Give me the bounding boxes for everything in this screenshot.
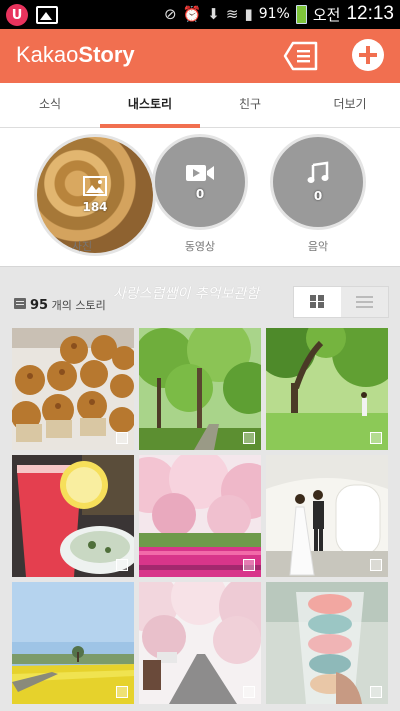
tab-more[interactable]: 더보기 — [300, 83, 400, 127]
signal-icon: ▮ — [244, 5, 253, 23]
select-checkbox[interactable] — [116, 432, 128, 444]
music-label: 음악 — [307, 240, 329, 253]
story-count: 95 개의 스토리 — [30, 298, 106, 313]
select-checkbox[interactable] — [243, 559, 255, 571]
photo-thumbnail-forest[interactable] — [266, 328, 388, 450]
clock: 12:13 — [346, 3, 394, 24]
app-logo: KakaoStory — [16, 42, 135, 67]
select-checkbox[interactable] — [243, 686, 255, 698]
image-icon — [83, 176, 107, 196]
battery-percent: 91% — [258, 6, 290, 22]
photo-thumbnail-macarons[interactable] — [266, 582, 388, 704]
profile-slogan: 사랑스럽쌤이 추억보관함 — [113, 286, 260, 302]
videos-count: 0 — [195, 187, 205, 201]
select-checkbox[interactable] — [370, 686, 382, 698]
select-checkbox[interactable] — [116, 686, 128, 698]
select-checkbox[interactable] — [370, 432, 382, 444]
photo-thumbnail-trees[interactable] — [139, 328, 261, 450]
list-icon — [14, 298, 26, 309]
tab-bar: 소식 내스토리 친구 더보기 — [0, 83, 400, 128]
grid-view-button[interactable] — [294, 287, 341, 317]
select-checkbox[interactable] — [116, 559, 128, 571]
list-view-button[interactable] — [341, 287, 388, 317]
media-summary: 184 사진 0 동영상 0 음악 — [0, 128, 400, 267]
photos-count: 184 — [82, 200, 108, 214]
image-notification-icon — [36, 6, 58, 24]
photo-thumbnail-muffins[interactable] — [12, 328, 134, 450]
photo-thumbnail-drink[interactable] — [12, 455, 134, 577]
photo-thumbnail-field[interactable] — [12, 582, 134, 704]
tab-friends[interactable]: 친구 — [200, 83, 300, 127]
photo-thumbnail-wedding[interactable] — [266, 455, 388, 577]
view-toggle — [293, 286, 389, 318]
grid-icon — [310, 295, 325, 309]
am-pm-label: 오전 — [312, 5, 341, 24]
u-plus-icon: U — [6, 4, 28, 26]
music-button[interactable]: 0 — [270, 134, 366, 230]
video-camera-icon — [186, 165, 214, 181]
photo-thumbnail-blossom-garden[interactable] — [139, 455, 261, 577]
tab-my-story[interactable]: 내스토리 — [100, 83, 200, 128]
music-note-icon — [307, 161, 329, 183]
videos-label: 동영상 — [184, 240, 216, 253]
videos-button[interactable]: 0 — [152, 134, 248, 230]
wifi-icon: ≋ — [225, 5, 239, 23]
music-count: 0 — [313, 189, 323, 203]
tab-news[interactable]: 소식 — [0, 83, 100, 127]
photo-thumbnail-blossom-road[interactable] — [139, 582, 261, 704]
alarm-icon: ⏰ — [182, 5, 202, 23]
download-icon: ⬇ — [207, 5, 220, 23]
status-bar: U ⊘ ⏰ ⬇ ≋ ▮ 91% 오전 12:13 — [0, 0, 400, 29]
select-checkbox[interactable] — [243, 432, 255, 444]
list-view-icon — [356, 296, 373, 308]
menu-icon[interactable] — [283, 39, 319, 73]
photos-label: 사진 — [71, 240, 93, 253]
app-bar: KakaoStory — [0, 29, 400, 83]
select-checkbox[interactable] — [370, 559, 382, 571]
battery-icon — [295, 4, 307, 24]
vibrate-mute-icon: ⊘ — [164, 5, 177, 23]
add-story-button[interactable] — [352, 39, 384, 71]
